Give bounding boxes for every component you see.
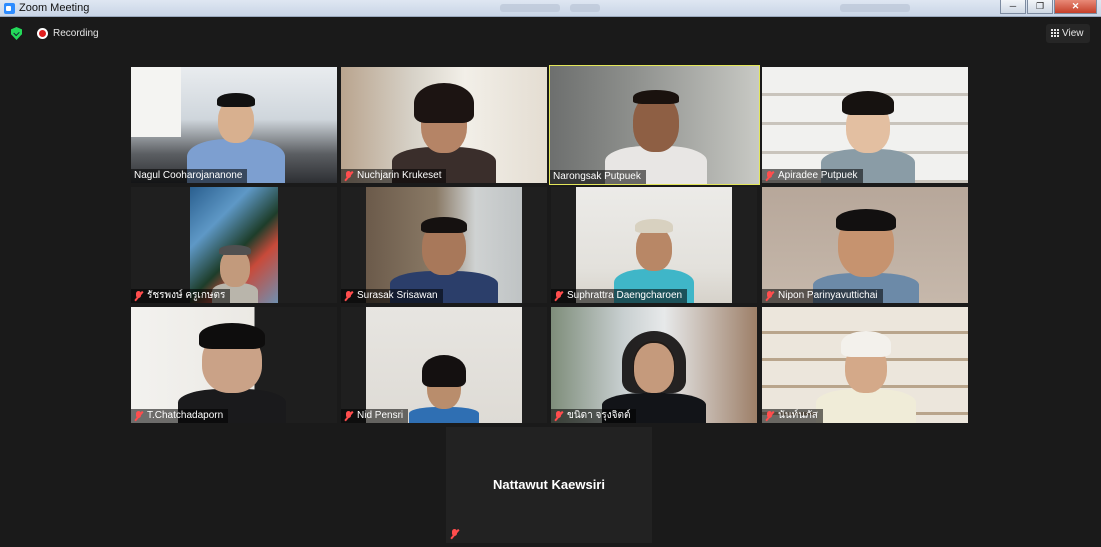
participant-nameplate: นันท์นภัส bbox=[762, 409, 823, 423]
participant-nameplate: Nid Pensri bbox=[341, 409, 409, 423]
participant-video bbox=[401, 307, 487, 423]
title-bar-blur bbox=[840, 4, 910, 12]
mic-muted-icon bbox=[765, 171, 774, 181]
participant-nameplate: T.Chatchadaporn bbox=[131, 409, 229, 423]
video-tile[interactable]: Nipon Parinyavuttichai bbox=[762, 187, 968, 303]
video-tile[interactable]: ขนิดา จรุงจิตต์ bbox=[551, 307, 757, 423]
participant-name: Apiradee Putpuek bbox=[778, 170, 858, 181]
video-tile-active-speaker[interactable]: Narongsak Putpuek bbox=[549, 65, 760, 185]
title-bar-blur bbox=[570, 4, 600, 12]
participant-name: Nuchjarin Krukeset bbox=[357, 170, 442, 181]
recording-label: Recording bbox=[53, 28, 99, 39]
participant-name: Suphrattra Daengcharoen bbox=[567, 290, 683, 301]
participant-nameplate: Narongsak Putpuek bbox=[550, 170, 646, 184]
view-button-label: View bbox=[1062, 28, 1084, 39]
video-tile[interactable]: Suphrattra Daengcharoen bbox=[551, 187, 757, 303]
participant-name: ขนิดา จรุงจิตต์ bbox=[567, 410, 631, 421]
mic-muted-icon bbox=[554, 291, 563, 301]
participant-video bbox=[604, 66, 708, 184]
mic-muted-icon bbox=[765, 411, 774, 421]
maximize-button[interactable]: ❐ bbox=[1027, 0, 1053, 14]
recording-icon bbox=[37, 28, 48, 39]
participant-video bbox=[391, 67, 497, 183]
security-shield-icon[interactable] bbox=[11, 27, 22, 40]
participant-name: นันท์นภัส bbox=[778, 410, 818, 421]
participant-name: Nid Pensri bbox=[357, 410, 404, 421]
video-tile[interactable]: Surasak Srisawan bbox=[341, 187, 547, 303]
mic-muted-icon bbox=[554, 411, 563, 421]
gallery-grid-icon bbox=[1051, 29, 1059, 37]
video-tile[interactable]: T.Chatchadaporn bbox=[131, 307, 337, 423]
participant-video bbox=[389, 187, 499, 303]
participant-nameplate: Nuchjarin Krukeset bbox=[341, 169, 447, 183]
video-tile-camera-off[interactable]: Nattawut Kaewsiri bbox=[446, 427, 652, 543]
mic-muted-icon bbox=[450, 529, 459, 539]
mic-muted-icon bbox=[344, 291, 353, 301]
window-light bbox=[131, 67, 181, 137]
participant-name: รัชรพงษ์ ครูเกษตร bbox=[147, 290, 226, 301]
participant-nameplate: Apiradee Putpuek bbox=[762, 169, 863, 183]
participant-video bbox=[812, 187, 920, 303]
participant-name: Surasak Srisawan bbox=[357, 290, 438, 301]
participant-name: T.Chatchadaporn bbox=[147, 410, 224, 421]
participant-nameplate: ขนิดา จรุงจิตต์ bbox=[551, 409, 636, 423]
close-button[interactable]: ✕ bbox=[1054, 0, 1097, 14]
video-tile[interactable]: Nagul Cooharojananone bbox=[131, 67, 337, 183]
participant-video bbox=[814, 307, 918, 423]
participant-nameplate: Suphrattra Daengcharoen bbox=[551, 289, 688, 303]
mic-muted-icon bbox=[344, 171, 353, 181]
video-tile[interactable]: นันท์นภัส bbox=[762, 307, 968, 423]
participant-nameplate: รัชรพงษ์ ครูเกษตร bbox=[131, 289, 231, 303]
participant-video bbox=[186, 67, 286, 183]
mic-muted-icon bbox=[765, 291, 774, 301]
participant-video bbox=[820, 67, 916, 183]
participant-name: Nipon Parinyavuttichai bbox=[778, 290, 878, 301]
zoom-app-icon bbox=[4, 3, 15, 14]
participant-nameplate: Surasak Srisawan bbox=[341, 289, 443, 303]
view-button[interactable]: View bbox=[1046, 24, 1090, 43]
meeting-top-bar: Recording View bbox=[0, 17, 1101, 47]
window-title: Zoom Meeting bbox=[19, 2, 90, 14]
video-tile[interactable]: Nuchjarin Krukeset bbox=[341, 67, 547, 183]
minimize-button[interactable]: ─ bbox=[1000, 0, 1026, 14]
participant-name: Nattawut Kaewsiri bbox=[493, 477, 605, 492]
window-controls: ─ ❐ ✕ bbox=[999, 0, 1097, 14]
participant-video bbox=[601, 307, 707, 423]
title-bar-blur bbox=[500, 4, 560, 12]
mic-muted-icon bbox=[134, 411, 143, 421]
video-tile[interactable]: รัชรพงษ์ ครูเกษตร bbox=[131, 187, 337, 303]
participant-nameplate: Nipon Parinyavuttichai bbox=[762, 289, 883, 303]
mic-muted-icon bbox=[344, 411, 353, 421]
participant-video bbox=[177, 307, 287, 423]
video-tile[interactable]: Apiradee Putpuek bbox=[762, 67, 968, 183]
participant-video bbox=[601, 187, 707, 303]
participant-name: Nagul Cooharojananone bbox=[134, 170, 243, 181]
window-title-bar: Zoom Meeting ─ ❐ ✕ bbox=[0, 0, 1101, 17]
mic-muted-icon bbox=[134, 291, 143, 301]
video-tile[interactable]: Nid Pensri bbox=[341, 307, 547, 423]
participant-name: Narongsak Putpuek bbox=[553, 171, 641, 182]
participant-video bbox=[211, 187, 259, 303]
participant-nameplate: Nagul Cooharojananone bbox=[131, 169, 248, 183]
